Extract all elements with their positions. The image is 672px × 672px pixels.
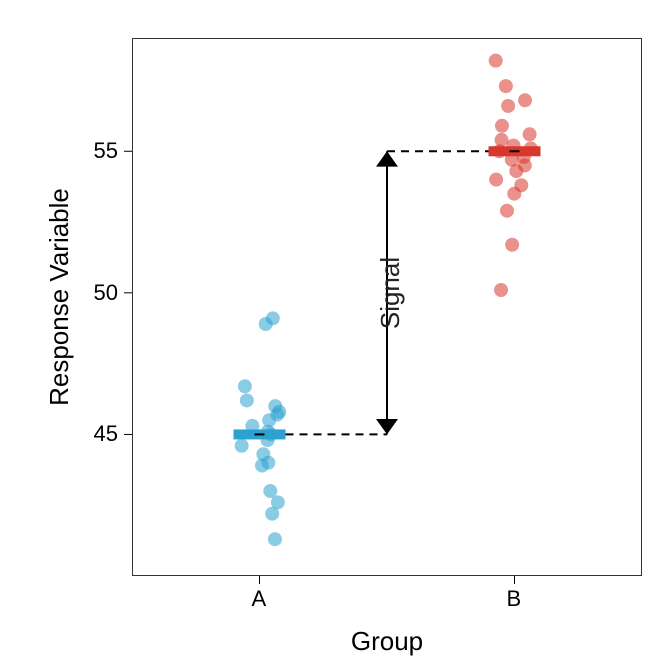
data-point xyxy=(489,54,503,68)
data-point xyxy=(235,439,249,453)
data-point xyxy=(501,99,515,113)
y-tick-label: 50 xyxy=(94,280,118,306)
y-tick-label: 45 xyxy=(94,421,118,447)
data-point xyxy=(256,447,270,461)
x-tick-label: B xyxy=(507,586,522,612)
data-point xyxy=(505,238,519,252)
x-tick-label: A xyxy=(252,586,267,612)
signal-annotation: Signal xyxy=(375,233,406,353)
data-point xyxy=(514,178,528,192)
data-point xyxy=(523,127,537,141)
data-point xyxy=(268,399,282,413)
y-axis-label: Response Variable xyxy=(44,167,75,427)
data-point xyxy=(500,204,514,218)
plot-svg xyxy=(0,0,672,672)
data-point xyxy=(495,133,509,147)
data-point xyxy=(499,79,513,93)
x-axis-label: Group xyxy=(132,626,642,657)
chart-figure: Response Variable Group Signal 45 50 55 A B xyxy=(0,0,672,672)
data-point xyxy=(263,484,277,498)
arrowhead-icon xyxy=(376,419,398,434)
data-point xyxy=(240,393,254,407)
data-point xyxy=(518,93,532,107)
data-point xyxy=(268,532,282,546)
data-point xyxy=(266,311,280,325)
y-tick-label: 55 xyxy=(94,138,118,164)
data-point xyxy=(489,173,503,187)
arrowhead-icon xyxy=(376,151,398,166)
data-point xyxy=(238,379,252,393)
data-point xyxy=(495,119,509,133)
data-point xyxy=(494,283,508,297)
